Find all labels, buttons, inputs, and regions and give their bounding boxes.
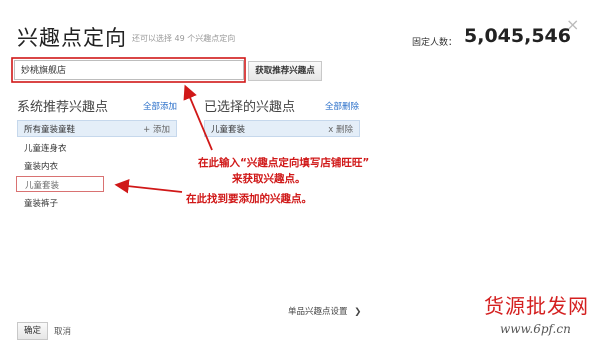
arrow-to-search: [183, 84, 213, 151]
cancel-link[interactable]: 取消: [54, 325, 71, 337]
watermark-url: www.6pf.cn: [500, 322, 571, 336]
single-item-settings-link[interactable]: 单品兴趣点设置 ❯: [288, 305, 361, 317]
single-item-settings-label: 单品兴趣点设置: [288, 307, 348, 317]
annotation-line-1: 在此输入“兴趣点定向填写店铺旺旺”: [198, 157, 370, 169]
arrow-to-item: [114, 179, 183, 194]
watermark-brand: 货源批发网: [484, 294, 589, 318]
confirm-button[interactable]: 确定: [17, 322, 48, 340]
search-highlight-box: [11, 57, 246, 83]
annotation-line-3: 在此找到要添加的兴趣点。: [186, 193, 312, 205]
chevron-right-icon: ❯: [354, 307, 362, 317]
annotation-line-2: 来获取兴趣点。: [232, 173, 306, 185]
